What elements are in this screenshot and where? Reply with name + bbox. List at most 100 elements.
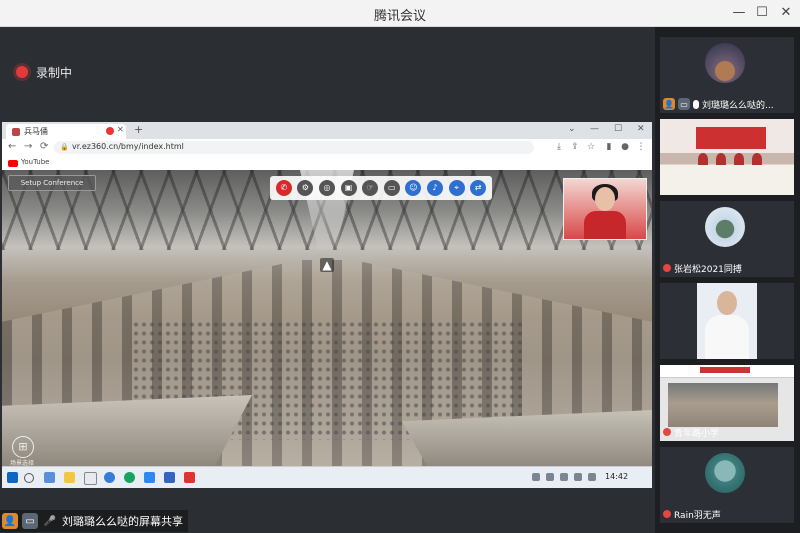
maximize-button[interactable]: ☐ <box>753 4 771 22</box>
pointer-icon[interactable]: ☞ <box>362 180 379 196</box>
windows-start-icon[interactable] <box>7 472 18 483</box>
close-button[interactable]: ✕ <box>777 4 795 22</box>
record-icon <box>16 66 28 78</box>
clock[interactable]: 14:42 <box>605 472 628 481</box>
recording-label: 录制中 <box>36 65 73 80</box>
bookmark-star-icon[interactable]: ☆ <box>586 142 596 152</box>
user-icon[interactable]: ☺ <box>405 180 422 196</box>
compass-icon[interactable]: ⊞ <box>12 436 34 458</box>
camera-icon[interactable]: ▣ <box>340 180 357 196</box>
browser-maximize-icon[interactable]: ☐ <box>614 124 622 134</box>
url-field[interactable]: 🔒 vr.ez360.cn/bmy/index.html <box>54 141 534 154</box>
shared-screen-area: 录制中 兵马俑 ✕ + ⌄ — ☐ ✕ ← → ⟳ 🔒 vr.ez360.cn/… <box>0 27 655 533</box>
participants-sidebar: 👤 ▭ 刘璐璐么么哒的... 张岩松2021同搏 青年路小学 Rain羽无声 <box>655 27 800 533</box>
participant-label: 张岩松2021同搏 <box>663 261 742 275</box>
participant-label: Rain羽无声 <box>663 507 721 521</box>
share-page-icon[interactable]: ⇪ <box>570 142 580 152</box>
vr-scene[interactable]: Setup Conference ✆ ⚙ ◎ ▣ ☞ ▭ ☺ ♪ ⌖ ⇄ ▲ ⊞… <box>2 170 652 466</box>
setup-conference-button[interactable]: Setup Conference <box>8 175 96 191</box>
participant-label: 👤 ▭ 刘璐璐么么哒的... <box>663 97 774 111</box>
new-tab-button[interactable]: + <box>134 123 143 136</box>
person-icon: 👤 <box>2 513 18 529</box>
compass-label: 场景选择 <box>10 460 35 466</box>
menu-icon[interactable]: ⋮ <box>636 142 646 152</box>
screen-share-icon: ▭ <box>22 513 38 529</box>
participant-face <box>717 291 737 315</box>
guide-video <box>563 178 647 240</box>
hangup-icon[interactable]: ✆ <box>275 180 292 196</box>
browser-close-icon[interactable]: ✕ <box>637 124 645 134</box>
install-icon[interactable]: ⤓ <box>554 142 564 152</box>
search-icon[interactable] <box>24 473 34 483</box>
participant-name: Rain羽无声 <box>674 510 721 521</box>
edge-icon[interactable] <box>104 472 115 483</box>
participant-label: 青年路小学 <box>663 425 719 439</box>
guide-body <box>584 211 626 239</box>
person-icon: 👤 <box>663 98 675 110</box>
avatar <box>705 43 745 83</box>
tab-close-icon[interactable]: ✕ <box>117 125 124 134</box>
tab-title: 兵马俑 <box>24 127 48 136</box>
tab-search-icon[interactable]: ⌄ <box>568 124 576 134</box>
room-person <box>752 153 762 165</box>
participant-tile[interactable] <box>660 119 794 195</box>
chrome-icon[interactable] <box>124 472 135 483</box>
reload-icon[interactable]: ⟳ <box>40 141 48 152</box>
presenter-label: 刘璐璐么么哒的屏幕共享 <box>62 515 183 528</box>
presenter-label-bar: 👤 ▭ 🎤 刘璐璐么么哒的屏幕共享 <box>0 510 188 532</box>
participant-tile[interactable]: Rain羽无声 <box>660 447 794 523</box>
forward-icon[interactable]: → <box>24 141 32 152</box>
url-text: vr.ez360.cn/bmy/index.html <box>72 142 184 151</box>
network-icon[interactable] <box>574 473 582 481</box>
participant-tile[interactable]: 👤 ▭ 刘璐璐么么哒的... <box>660 37 794 113</box>
windows-taskbar: 14:42 <box>2 466 652 488</box>
participant-video <box>697 283 757 359</box>
screen-icon[interactable]: ▭ <box>383 180 400 196</box>
wps-icon[interactable] <box>184 472 195 483</box>
view-icon[interactable]: ◎ <box>318 180 335 196</box>
muted-mic-icon <box>663 510 671 518</box>
guide-face <box>595 187 615 211</box>
participant-tile[interactable]: 张岩松2021同搏 <box>660 201 794 277</box>
tray-icon[interactable] <box>560 473 568 481</box>
participant-name: 青年路小学 <box>674 428 720 439</box>
task-view-icon[interactable] <box>44 472 55 483</box>
browser-tab-bar: 兵马俑 ✕ + ⌄ — ☐ ✕ <box>2 122 652 139</box>
title-bar: 腾讯会议 — ☐ ✕ <box>0 0 800 27</box>
app-icon[interactable] <box>84 472 97 485</box>
store-icon[interactable] <box>144 472 155 483</box>
back-icon[interactable]: ← <box>8 141 16 152</box>
tray-icon[interactable] <box>532 473 540 481</box>
profile-icon[interactable]: ● <box>620 142 630 152</box>
participant-tile[interactable]: 青年路小学 <box>660 365 794 441</box>
screen-banner <box>700 367 750 373</box>
muted-mic-icon <box>663 264 671 272</box>
settings-icon[interactable]: ⚙ <box>297 180 314 196</box>
minimize-button[interactable]: — <box>730 4 748 22</box>
shared-browser-window: 兵马俑 ✕ + ⌄ — ☐ ✕ ← → ⟳ 🔒 vr.ez360.cn/bmy/… <box>2 122 652 488</box>
volume-icon[interactable] <box>588 473 596 481</box>
mic-icon: 🎤 <box>43 515 57 527</box>
file-explorer-icon[interactable] <box>64 472 75 483</box>
bookmark-youtube[interactable]: YouTube <box>21 158 49 166</box>
location-icon[interactable]: ⌖ <box>448 180 465 196</box>
participant-tile[interactable] <box>660 283 794 359</box>
mic-icon[interactable]: ♪ <box>426 180 443 196</box>
room-person <box>698 153 708 165</box>
room-banner <box>696 127 766 149</box>
forward-arrow-icon[interactable]: ▲ <box>320 258 334 272</box>
earthen-wall-left <box>2 395 252 466</box>
browser-tab[interactable]: 兵马俑 ✕ <box>6 124 126 139</box>
share-icon[interactable]: ⇄ <box>470 180 487 196</box>
bookmarks-bar: YouTube <box>2 157 652 170</box>
tray-icon[interactable] <box>546 473 554 481</box>
recording-indicator[interactable]: 录制中 <box>16 63 72 81</box>
avatar <box>705 207 745 247</box>
muted-mic-icon <box>663 428 671 436</box>
sidebar-icon[interactable]: ▮ <box>604 142 614 152</box>
window-title: 腾讯会议 <box>373 9 426 24</box>
participant-shirt <box>705 315 749 359</box>
browser-minimize-icon[interactable]: — <box>590 124 599 134</box>
screen-header <box>660 365 794 378</box>
meeting-app-icon[interactable] <box>164 472 175 483</box>
